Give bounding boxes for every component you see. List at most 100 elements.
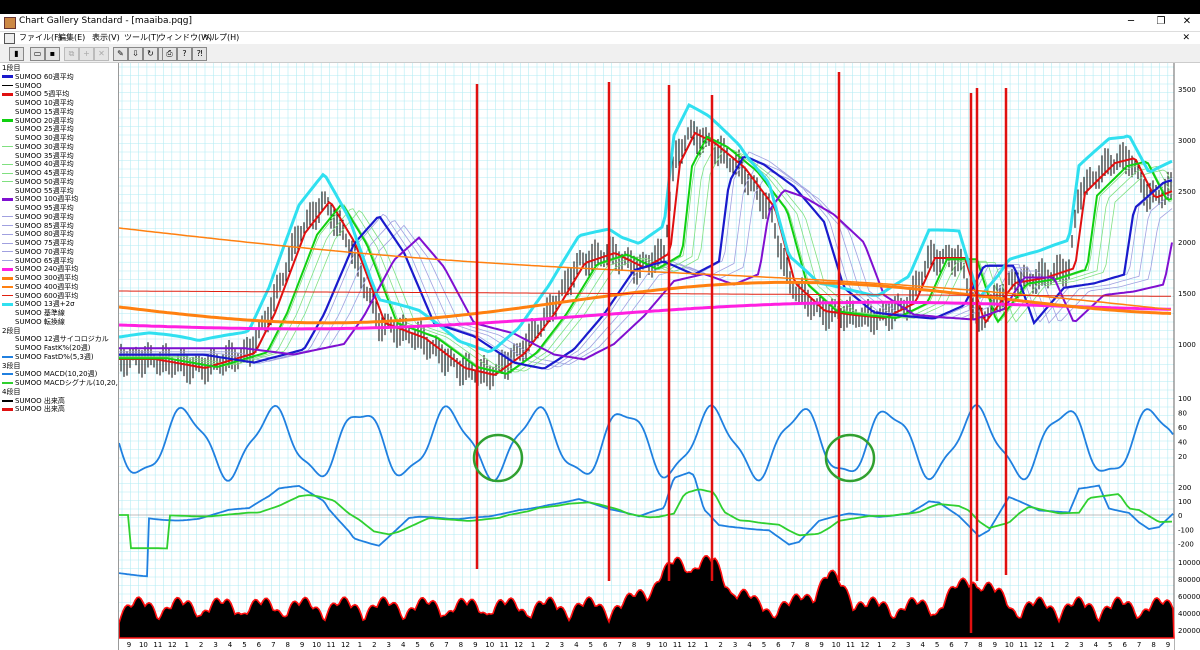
legend-item[interactable]: SUMOO 45週平均: [2, 169, 74, 178]
legend-swatch: [2, 155, 13, 156]
legend-swatch: [2, 355, 13, 358]
macd-line: [119, 471, 1174, 578]
legend-item[interactable]: SUMOO MACDシグナル(10,20,6: [2, 379, 118, 388]
document-icon[interactable]: [4, 33, 15, 44]
legend-item[interactable]: SUMOO FastD%(5,3週): [2, 353, 94, 362]
legend-item-label: SUMOO 300週平均: [15, 274, 79, 282]
price-tick-label: 3500: [1178, 86, 1196, 94]
x-tick-label: 10: [485, 641, 494, 649]
close-button[interactable]: ✕: [1172, 14, 1200, 31]
macd-tick-label: -100: [1178, 526, 1194, 534]
menu-bar: ファイル(F) 編集(E) 表示(V) ツール(T) ウィンドウ(W) ヘルプ(…: [0, 32, 1200, 44]
x-tick-label: 9: [646, 641, 650, 649]
legend-item[interactable]: SUMOO 75週平均: [2, 239, 74, 248]
legend-item[interactable]: SUMOO 13週+2σ: [2, 300, 75, 309]
legend-item[interactable]: SUMOO 50週平均: [2, 178, 74, 187]
legend-item[interactable]: SUMOO 240週平均: [2, 265, 78, 274]
legend-item[interactable]: SUMOO FastK%(20週): [2, 344, 91, 353]
legend-item[interactable]: SUMOO 60週平均: [2, 73, 74, 82]
x-tick-label: 5: [589, 641, 593, 649]
price-tick-label: 3000: [1178, 137, 1196, 145]
legend-item[interactable]: SUMOO 15週平均: [2, 108, 74, 117]
x-tick-label: 6: [603, 641, 608, 649]
x-tick-label: 2: [1065, 641, 1069, 649]
legend-item-label: SUMOO 95週平均: [15, 204, 74, 212]
legend-item-label: SUMOO 25週平均: [15, 125, 74, 134]
legend-swatch: [2, 312, 13, 314]
x-tick-label: 7: [444, 641, 448, 649]
legend-item[interactable]: SUMOO 25週平均: [2, 125, 74, 134]
help-icon[interactable]: ?: [177, 47, 192, 61]
legend-item[interactable]: SUMOO 90週平均: [2, 213, 74, 222]
legend-swatch: [2, 119, 13, 122]
legend-item[interactable]: SUMOO 70週平均: [2, 248, 74, 257]
plus-icon[interactable]: +: [79, 47, 94, 61]
legend-swatch: [2, 137, 13, 139]
refresh-icon[interactable]: ↻: [143, 47, 158, 61]
child-close-icon[interactable]: ✕: [1182, 32, 1190, 44]
legend-group-label: 4段目: [2, 387, 21, 396]
menu-help[interactable]: ヘルプ(H): [203, 32, 239, 44]
save-icon[interactable]: ▪: [45, 47, 60, 61]
legend-item-label: SUMOO: [15, 81, 42, 90]
chart-svg[interactable]: 3500300025002000150010001008060402020010…: [119, 63, 1200, 650]
context-help-icon[interactable]: ⁈: [192, 47, 207, 61]
legend-swatch: [2, 181, 13, 183]
x-tick-label: 10: [139, 641, 148, 649]
x-tick-label: 5: [242, 641, 246, 649]
x-tick-label: 10: [312, 641, 321, 649]
edit-icon[interactable]: ✎: [113, 47, 128, 61]
cross-icon[interactable]: ✕: [94, 47, 109, 61]
legend-item[interactable]: SUMOO 30週平均: [2, 143, 74, 152]
x-tick-label: 11: [327, 641, 336, 649]
copy-icon[interactable]: ⧉: [64, 47, 79, 61]
legend-item[interactable]: SUMOO 転換線: [2, 318, 65, 327]
stoch-tick-label: 80: [1178, 410, 1187, 418]
x-tick-label: 12: [514, 641, 523, 649]
menu-edit[interactable]: 編集(E): [58, 32, 85, 44]
legend-item[interactable]: SUMOO 10週平均: [2, 99, 74, 108]
chart-area[interactable]: 3500 3000 2500 2000 1500 1000 100 80 60 40 20 200 10…: [119, 63, 1200, 650]
legend-swatch: [2, 216, 13, 218]
app-window: Chart Gallery Standard - [maaiba.pqg] ─ …: [0, 14, 1200, 650]
menu-file[interactable]: ファイル(F): [19, 32, 62, 44]
legend-item-label: SUMOO 80週平均: [15, 230, 74, 239]
legend-item[interactable]: SUMOO 12週サイコロジカル: [2, 335, 109, 344]
legend-item[interactable]: SUMOO 5週平均: [2, 90, 69, 99]
legend-swatch: [2, 295, 13, 296]
legend-swatch: [2, 172, 13, 174]
print-icon[interactable]: ⎙: [162, 47, 177, 61]
legend-group-label: 1段目: [2, 64, 21, 72]
chart-icon[interactable]: ▮: [9, 47, 24, 61]
menu-tools[interactable]: ツール(T): [124, 32, 159, 44]
legend-item[interactable]: SUMOO 400週平均: [2, 283, 78, 292]
legend-item[interactable]: SUMOO 100週平均: [2, 195, 78, 204]
legend-item[interactable]: SUMOO MACD(10,20週): [2, 370, 97, 379]
stoch-tick-label: 20: [1178, 453, 1187, 461]
legend-swatch: [2, 267, 13, 271]
legend-swatch: [2, 260, 13, 261]
x-tick-label: 12: [341, 641, 350, 649]
legend-item-label: SUMOO 40週平均: [15, 160, 74, 169]
macd-tick-label: 100: [1178, 498, 1191, 506]
legend-item[interactable]: SUMOO 30週平均: [2, 134, 74, 143]
legend-item[interactable]: SUMOO 出来高: [2, 405, 65, 414]
legend-item-label: SUMOO 45週平均: [15, 169, 74, 177]
legend-item[interactable]: SUMOO 300週平均: [2, 274, 78, 283]
minimize-button[interactable]: ─: [1116, 14, 1146, 31]
legend-swatch: [2, 285, 13, 288]
legend-item[interactable]: SUMOO 95週平均: [2, 204, 74, 213]
legend-item[interactable]: SUMOO 基準線: [2, 309, 65, 318]
download-icon[interactable]: ⇩: [128, 47, 143, 61]
x-tick-label: 10: [832, 641, 841, 649]
volume-tick-label: 20000: [1178, 627, 1200, 635]
x-tick-label: 9: [1166, 641, 1170, 649]
legend-item[interactable]: SUMOO 40週平均: [2, 160, 74, 169]
open-icon[interactable]: ▭: [30, 47, 45, 61]
legend-swatch: [2, 197, 13, 201]
legend-item-label: SUMOO 基準線: [15, 309, 65, 317]
menu-view[interactable]: 表示(V): [92, 32, 120, 44]
legend-item-label: SUMOO 100週平均: [15, 195, 79, 204]
x-tick-label: 2: [545, 641, 549, 649]
legend-item[interactable]: SUMOO 80週平均: [2, 230, 74, 239]
